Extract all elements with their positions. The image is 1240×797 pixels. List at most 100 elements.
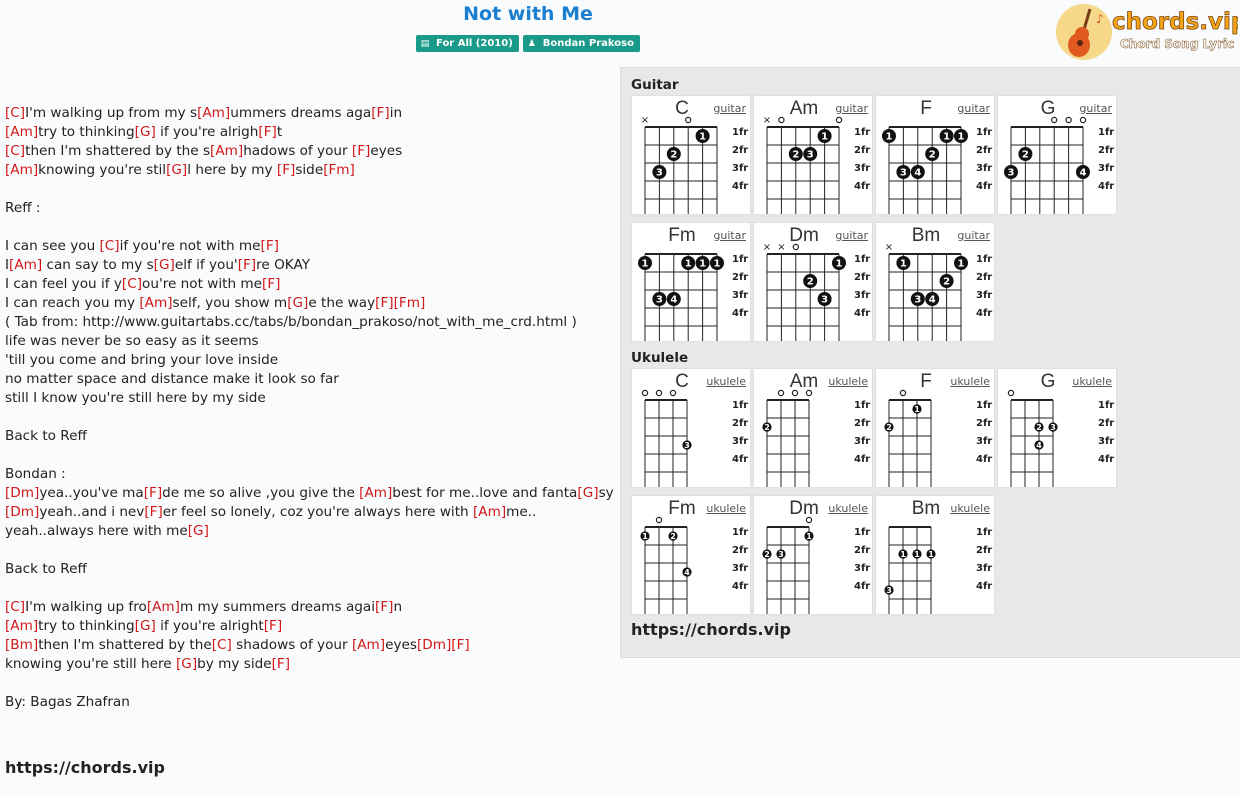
chord-token[interactable]: [Am] bbox=[5, 124, 38, 140]
chord-token[interactable]: [F] bbox=[272, 656, 290, 672]
guitar-chord-card-f[interactable]: Fguitar 1fr 2fr 3fr 4fr 1 1 1 2 3 4 bbox=[875, 95, 995, 215]
chord-token[interactable]: [Dm] bbox=[5, 485, 39, 501]
fret-label: 4fr bbox=[732, 308, 748, 319]
chord-token[interactable]: [F] bbox=[144, 504, 162, 520]
chord-token[interactable]: [C] bbox=[122, 276, 142, 292]
lyric-text: Back to Reff bbox=[5, 561, 87, 577]
guitar-chord-card-c[interactable]: Cguitar 1fr 2fr 3fr 4fr × 1 2 3 bbox=[631, 95, 751, 215]
chord-token[interactable]: [G] bbox=[154, 257, 175, 273]
chord-token[interactable]: [G] bbox=[287, 295, 308, 311]
ukulele-chord-card-dm[interactable]: Dm ukulele 1fr 2fr 3fr 4fr 1 2 3 bbox=[753, 495, 873, 615]
fret-label: 4fr bbox=[854, 454, 870, 465]
person-icon: ♟ bbox=[527, 39, 536, 49]
finger-number: 1 bbox=[699, 259, 706, 270]
artist-badge[interactable]: ♟ Bondan Prakoso bbox=[522, 35, 640, 52]
ukulele-chord-card-am[interactable]: Am ukulele 1fr 2fr 3fr 4fr 2 bbox=[753, 368, 873, 488]
chord-token[interactable]: [G] bbox=[135, 124, 156, 140]
chord-token[interactable]: [F] bbox=[375, 599, 393, 615]
finger-number: 1 bbox=[914, 405, 920, 414]
lyric-text: 'till you come and bring your love insid… bbox=[5, 352, 279, 368]
ukulele-chord-card-bm[interactable]: Bm ukulele 1fr 2fr 3fr 4fr 1 1 1 3 bbox=[875, 495, 995, 615]
fret-label: 2fr bbox=[854, 145, 870, 156]
guitar-chord-card-dm[interactable]: Dm guitar 1fr 2fr 3fr 4fr × × 1 2 3 bbox=[753, 222, 873, 342]
chord-token[interactable]: [G] bbox=[577, 485, 598, 501]
chord-token[interactable]: [Am] bbox=[473, 504, 506, 520]
chord-diagram: 1fr 2fr 3fr 4fr 23 4 bbox=[1004, 116, 1114, 214]
ukulele-chord-card-fm[interactable]: Fm ukulele 1fr 2fr 3fr 4fr 1 2 4 bbox=[631, 495, 751, 615]
chord-token[interactable]: [C] bbox=[100, 238, 120, 254]
open-string-mark bbox=[685, 116, 692, 124]
chord-token[interactable]: [Am] bbox=[139, 295, 172, 311]
chord-token[interactable]: [Fm] bbox=[394, 295, 426, 311]
chord-token[interactable]: [C] bbox=[5, 143, 25, 159]
chord-token[interactable]: [F] bbox=[371, 105, 389, 121]
chord-token[interactable]: [G] bbox=[188, 523, 209, 539]
chord-token[interactable]: [Bm] bbox=[5, 637, 38, 653]
chord-token[interactable]: [Am] bbox=[5, 618, 38, 634]
chord-token[interactable]: [Am] bbox=[9, 257, 42, 273]
chord-token[interactable]: [F] bbox=[451, 637, 469, 653]
site-link[interactable]: https://chords.vip bbox=[5, 758, 613, 778]
chord-token[interactable]: [F] bbox=[277, 162, 295, 178]
logo-tagline: Chord Song Lyric bbox=[1120, 37, 1234, 51]
chord-token[interactable]: [C] bbox=[5, 599, 25, 615]
chord-token[interactable]: [Dm] bbox=[417, 637, 451, 653]
lyric-line: [C]then I'm shattered by the s[Am]hadows… bbox=[5, 142, 613, 161]
album-label: For All (2010) bbox=[436, 38, 513, 49]
guitar-chord-card-g[interactable]: Gguitar 1fr 2fr 3fr 4fr 2 3 4 bbox=[997, 95, 1117, 215]
chord-token[interactable]: [F] bbox=[258, 124, 276, 140]
chord-diagram: 1fr2fr3fr4fr1 1 13 bbox=[884, 526, 992, 614]
album-badge[interactable]: ▤ For All (2010) bbox=[416, 35, 519, 52]
fret-label: 1fr bbox=[976, 400, 992, 411]
finger-number: 3 bbox=[1008, 168, 1015, 179]
guitar-chord-card-bm[interactable]: Bm guitar 1fr 2fr 3fr 4fr × 1 1 2 3 4 bbox=[875, 222, 995, 342]
ukulele-chord-card-c[interactable]: Cukulele 1fr 2fr 3fr 4fr 3 bbox=[631, 368, 751, 488]
chord-token[interactable]: [Am] bbox=[359, 485, 392, 501]
lyric-line: By: Bagas Zhafran bbox=[5, 693, 613, 712]
lyric-text: hadows of your bbox=[243, 143, 352, 159]
lyric-text: I can reach you my bbox=[5, 295, 140, 311]
chord-token[interactable]: [F] bbox=[264, 618, 282, 634]
chord-token[interactable]: [Am] bbox=[5, 162, 38, 178]
chord-token[interactable]: [C] bbox=[5, 105, 25, 121]
fret-label: 2fr bbox=[1098, 145, 1114, 156]
site-logo[interactable]: ♪ chords.vip Chord Song Lyric bbox=[1054, 3, 1238, 61]
chord-token[interactable]: [F] bbox=[144, 485, 162, 501]
lyric-text: in bbox=[389, 105, 403, 121]
finger-number: 1 bbox=[836, 259, 843, 270]
muted-string-mark: × bbox=[777, 242, 785, 253]
chord-token[interactable]: [F] bbox=[261, 238, 279, 254]
song-badges: ▤ For All (2010) ♟ Bondan Prakoso bbox=[0, 35, 1056, 52]
chord-token[interactable]: [Am] bbox=[147, 599, 180, 615]
chord-token[interactable]: [F] bbox=[352, 143, 370, 159]
chord-token[interactable]: [G] bbox=[135, 618, 156, 634]
chord-token[interactable]: [F] bbox=[375, 295, 393, 311]
lyric-text: by my side bbox=[197, 656, 272, 672]
finger-number: 2 bbox=[807, 277, 814, 288]
chord-token[interactable]: [F] bbox=[262, 276, 280, 292]
lyric-line: Reff : bbox=[5, 199, 613, 218]
guitar-chord-card-am[interactable]: Am guitar 1fr 2fr 3fr 4fr × 1 2 3 bbox=[753, 95, 873, 215]
chord-token[interactable]: [G] bbox=[176, 656, 197, 672]
guitar-chord-card-fm[interactable]: Fm guitar 1fr 2fr 3fr 4fr 1 1 1 1 3 4 bbox=[631, 222, 751, 342]
chord-token[interactable]: [Am] bbox=[210, 143, 243, 159]
chord-token[interactable]: [Dm] bbox=[5, 504, 39, 520]
lyric-text: still I know you're still here by my sid… bbox=[5, 390, 266, 406]
lyrics-block: [C]I'm walking up from my s[Am]ummers dr… bbox=[5, 66, 614, 797]
panel-site-link[interactable]: https://chords.vip bbox=[631, 620, 791, 639]
chord-token[interactable]: [Am] bbox=[197, 105, 230, 121]
ukulele-chord-card-g[interactable]: Gukulele 1fr 2fr 3fr 4fr 2 3 4 bbox=[997, 368, 1117, 488]
lyric-line: [Dm]yea..you've ma[F]de me so alive ,you… bbox=[5, 484, 614, 503]
ukulele-chord-card-f[interactable]: Fukulele 1fr 2fr 3fr 4fr 1 2 bbox=[875, 368, 995, 488]
open-string-mark bbox=[669, 389, 677, 397]
chord-token[interactable]: [G] bbox=[166, 162, 187, 178]
chord-token[interactable]: [Am] bbox=[352, 637, 385, 653]
chord-token[interactable]: [F] bbox=[238, 257, 256, 273]
lyric-text: knowing you're still here bbox=[5, 656, 176, 672]
open-string-mark bbox=[641, 389, 649, 397]
fret-label: 4fr bbox=[854, 308, 870, 319]
fret-label: 4fr bbox=[732, 454, 748, 465]
chord-token[interactable]: [Fm] bbox=[323, 162, 355, 178]
chord-token[interactable]: [C] bbox=[212, 637, 232, 653]
muted-string-mark: × bbox=[763, 242, 771, 253]
